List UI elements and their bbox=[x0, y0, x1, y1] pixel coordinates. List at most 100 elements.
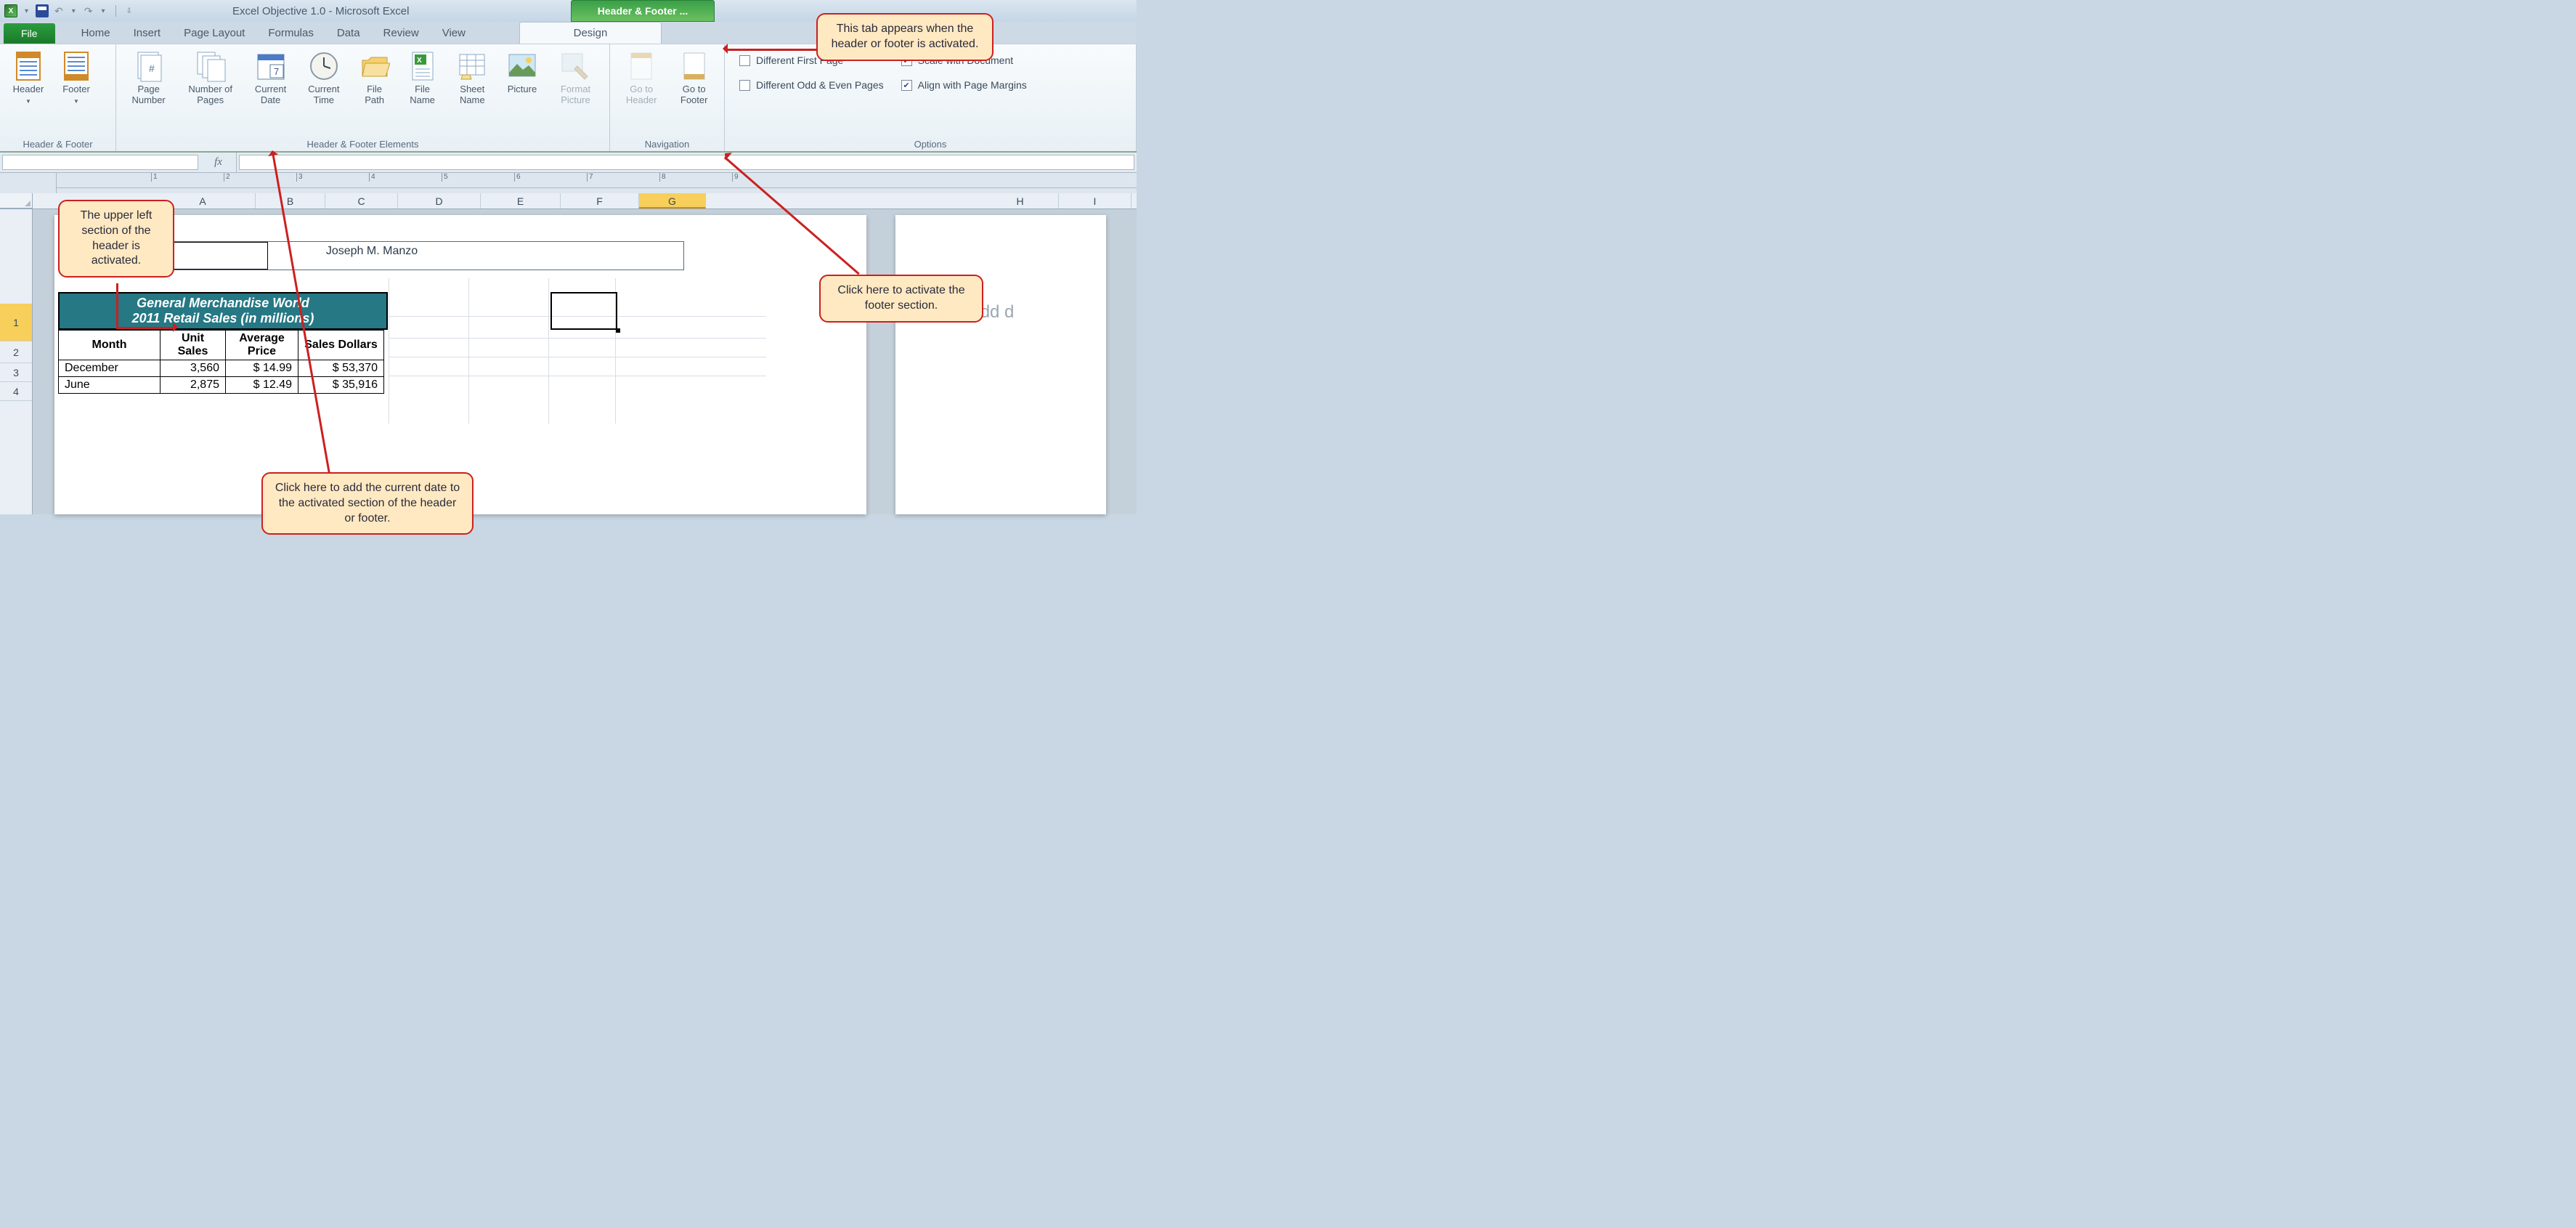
number-pages-button[interactable]: Number of Pages bbox=[178, 47, 243, 110]
header-units: Unit Sales bbox=[161, 331, 226, 360]
spreadsheet-tab-icon bbox=[457, 51, 487, 81]
tab-review[interactable]: Review bbox=[372, 23, 431, 44]
header-month: Month bbox=[59, 331, 161, 360]
col-D[interactable]: D bbox=[398, 193, 481, 208]
header-page-icon bbox=[13, 51, 44, 81]
diff-oddeven-label: Different Odd & Even Pages bbox=[756, 79, 884, 91]
undo-dropdown[interactable]: ▾ bbox=[69, 7, 78, 15]
group-header-footer-elements: # Page Number Number of Pages 7 Current … bbox=[116, 44, 610, 151]
tab-insert[interactable]: Insert bbox=[122, 23, 173, 44]
cell[interactable]: $ 12.49 bbox=[226, 377, 298, 394]
tab-view[interactable]: View bbox=[431, 23, 477, 44]
header-right-section[interactable] bbox=[476, 242, 683, 270]
diff-oddeven-checkbox[interactable]: Different Odd & Even Pages bbox=[739, 79, 884, 91]
col-G[interactable]: G bbox=[639, 193, 706, 208]
fill-handle[interactable] bbox=[616, 328, 620, 333]
goto-header-icon bbox=[626, 51, 657, 81]
cell[interactable]: June bbox=[59, 377, 161, 394]
file-path-button[interactable]: File Path bbox=[352, 47, 397, 110]
footer-button[interactable]: Footer▼ bbox=[54, 47, 99, 110]
goto-header-label: Go to Header bbox=[621, 84, 662, 106]
file-path-label: File Path bbox=[357, 84, 392, 106]
ruler-gutter bbox=[0, 173, 57, 193]
table-row: June 2,875 $ 12.49 $ 35,916 bbox=[59, 377, 384, 394]
svg-text:X: X bbox=[417, 57, 422, 65]
ruler-scale: 1 2 3 4 5 6 7 8 9 bbox=[57, 173, 1137, 193]
file-name-button[interactable]: X File Name bbox=[400, 47, 445, 110]
formula-input[interactable] bbox=[239, 155, 1134, 170]
save-icon[interactable] bbox=[36, 4, 49, 17]
clock-icon bbox=[309, 51, 339, 81]
callout-header-section: The upper left section of the header is … bbox=[58, 200, 174, 278]
group-header-footer: Header ▼ Footer▼ Header & Footer bbox=[0, 44, 116, 151]
row-3[interactable]: 3 bbox=[0, 363, 32, 382]
col-B[interactable]: B bbox=[256, 193, 325, 208]
header-area-label: Header bbox=[59, 228, 866, 240]
file-name-label: File Name bbox=[405, 84, 440, 106]
page-number-button[interactable]: # Page Number bbox=[122, 47, 175, 110]
group-label: Header & Footer Elements bbox=[122, 137, 604, 150]
file-tab[interactable]: File bbox=[4, 23, 55, 44]
worksheet-data[interactable]: General Merchandise World 2011 Retail Sa… bbox=[58, 292, 866, 394]
row-4[interactable]: 4 bbox=[0, 382, 32, 401]
select-all-button[interactable] bbox=[0, 193, 33, 208]
col-C[interactable]: C bbox=[325, 193, 398, 208]
col-I[interactable]: I bbox=[1059, 193, 1131, 208]
tab-data[interactable]: Data bbox=[325, 23, 372, 44]
group-label: Navigation bbox=[616, 137, 718, 150]
group-label: Header & Footer bbox=[6, 137, 110, 150]
name-box[interactable] bbox=[2, 155, 198, 170]
callout-current-date: Click here to add the current date to th… bbox=[261, 472, 474, 535]
goto-footer-icon bbox=[679, 51, 710, 81]
redo-button[interactable]: ↷ bbox=[83, 5, 94, 17]
cell[interactable]: 3,560 bbox=[161, 360, 226, 377]
goto-footer-button[interactable]: Go to Footer bbox=[670, 47, 718, 110]
fx-button[interactable]: fx bbox=[200, 153, 237, 172]
qat-customize-arrow[interactable]: ▾ bbox=[22, 7, 31, 15]
goto-header-button: Go to Header bbox=[616, 47, 667, 110]
header-button[interactable]: Header ▼ bbox=[6, 47, 51, 110]
arrow-head-icon bbox=[173, 322, 183, 332]
row-1[interactable]: 1 bbox=[0, 304, 32, 341]
picture-button[interactable]: Picture bbox=[500, 47, 545, 110]
cell[interactable]: December bbox=[59, 360, 161, 377]
redo-dropdown[interactable]: ▾ bbox=[99, 7, 108, 15]
page-2[interactable]: Click to add d bbox=[895, 215, 1106, 514]
footer-button-label: Footer bbox=[62, 84, 90, 94]
horizontal-ruler: 1 2 3 4 5 6 7 8 9 bbox=[0, 173, 1137, 193]
footer-page-icon bbox=[61, 51, 92, 81]
current-time-button[interactable]: Current Time bbox=[298, 47, 349, 110]
cell[interactable]: $ 14.99 bbox=[226, 360, 298, 377]
arrow-to-header-section-v bbox=[116, 283, 118, 327]
header-center-section[interactable]: Joseph M. Manzo bbox=[268, 242, 476, 270]
checkbox-checked-icon: ✔ bbox=[901, 80, 912, 91]
calendar-icon: 7 bbox=[256, 51, 286, 81]
quick-access-toolbar: X ▾ ↶ ▾ ↷ ▾ ⇩ bbox=[4, 4, 135, 17]
dropdown-arrow-icon: ▼ bbox=[25, 98, 31, 105]
format-picture-button: Format Picture bbox=[548, 47, 604, 110]
title-line1: General Merchandise World bbox=[137, 296, 309, 310]
col-H[interactable]: H bbox=[982, 193, 1059, 208]
picture-label: Picture bbox=[508, 84, 537, 106]
row-2[interactable]: 2 bbox=[0, 341, 32, 363]
tab-formulas[interactable]: Formulas bbox=[256, 23, 325, 44]
align-label: Align with Page Margins bbox=[918, 79, 1027, 91]
group-label: Options bbox=[731, 137, 1130, 150]
arrow-head-icon bbox=[267, 145, 278, 156]
tab-page-layout[interactable]: Page Layout bbox=[172, 23, 256, 44]
col-F[interactable]: F bbox=[561, 193, 639, 208]
tab-design[interactable]: Design bbox=[519, 22, 662, 44]
undo-button[interactable]: ↶ bbox=[53, 5, 65, 17]
excel-app-icon[interactable]: X bbox=[4, 4, 17, 17]
cell[interactable]: 2,875 bbox=[161, 377, 226, 394]
col-E[interactable]: E bbox=[481, 193, 561, 208]
separator bbox=[115, 5, 116, 17]
align-checkbox[interactable]: ✔ Align with Page Margins bbox=[901, 79, 1027, 91]
tab-home[interactable]: Home bbox=[70, 23, 122, 44]
arrow-to-header-section-h bbox=[116, 327, 174, 329]
current-date-button[interactable]: 7 Current Date bbox=[245, 47, 296, 110]
header-button-label: Header bbox=[13, 84, 44, 94]
qat-more-arrow[interactable]: ⇩ bbox=[123, 7, 135, 15]
cell[interactable]: $ 35,916 bbox=[298, 377, 384, 394]
sheet-name-button[interactable]: Sheet Name bbox=[448, 47, 497, 110]
